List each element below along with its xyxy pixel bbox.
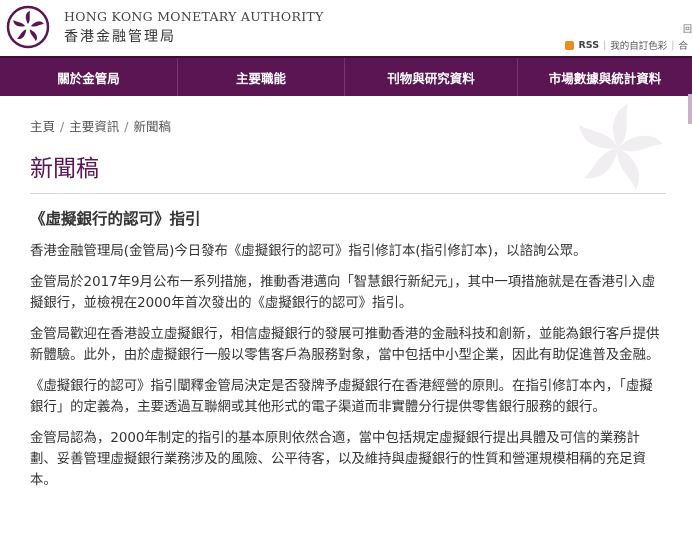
article-paragraph: 金管局於2017年9月公布一系列措施，推動香港邁向「智慧銀行新紀元」，其中一項措… <box>30 275 656 311</box>
breadcrumb-separator: / <box>60 119 65 134</box>
scroll-indicator[interactable] <box>688 94 692 124</box>
article-paragraph: 金管局歡迎在香港設立虛擬銀行，相信虛擬銀行的發展可推動香港的金融科技和創新，並能… <box>30 327 660 363</box>
site-header: HONG KONG MONETARY AUTHORITY 香港金融管理局 回 R… <box>0 0 692 56</box>
nav-item-functions[interactable]: 主要職能 <box>178 58 345 96</box>
nav-item-publications[interactable]: 刊物與研究資料 <box>345 58 518 96</box>
org-name-en: HONG KONG MONETARY AUTHORITY <box>64 9 324 24</box>
hkma-logo-icon[interactable] <box>6 5 50 49</box>
link-separator: | <box>671 39 675 51</box>
breadcrumb-current: 新聞稿 <box>133 119 171 134</box>
rss-icon[interactable] <box>565 40 575 50</box>
article-title: 《虛擬銀行的認可》指引 <box>30 210 201 228</box>
breadcrumb-home[interactable]: 主頁 <box>30 119 55 134</box>
org-name-zh: 香港金融管理局 <box>64 29 176 45</box>
top-right-cut-label-2[interactable]: 合 <box>678 38 688 52</box>
page-title: 新聞稿 <box>30 156 99 182</box>
custom-colour-link[interactable]: 我的自訂色彩 <box>610 38 667 52</box>
nav-item-statistics[interactable]: 市場數據與統計資料 <box>518 58 692 96</box>
utility-links: RSS | 我的自訂色彩 | 合 <box>565 38 688 52</box>
top-right-cut-label[interactable]: 回 <box>683 22 692 35</box>
main-nav: 關於金管局 主要職能 刊物與研究資料 市場數據與統計資料 <box>0 56 692 96</box>
breadcrumb-key-info[interactable]: 主要資訊 <box>69 119 119 134</box>
nav-item-about[interactable]: 關於金管局 <box>0 58 178 96</box>
rss-link[interactable]: RSS <box>578 40 599 51</box>
link-separator: | <box>603 39 607 51</box>
breadcrumb: 主頁 / 主要資訊 / 新聞稿 <box>30 116 666 135</box>
article-paragraph: 《虛擬銀行的認可》指引闡釋金管局決定是否發牌予虛擬銀行在香港經營的原則。在指引修… <box>30 379 653 415</box>
article-paragraph: 金管局認為，2000年制定的指引的基本原則依然合適，當中包括規定虛擬銀行提出具體… <box>30 431 646 488</box>
article-paragraph: 香港金融管理局(金管局)今日發布《虛擬銀行的認可》指引修訂本(指引修訂本)，以諮… <box>30 244 587 259</box>
main-content: 主頁 / 主要資訊 / 新聞稿 新聞稿 《虛擬銀行的認可》指引 香港金融管理局(金管局)… <box>30 94 666 491</box>
breadcrumb-separator: / <box>124 119 129 134</box>
title-divider <box>30 193 666 194</box>
